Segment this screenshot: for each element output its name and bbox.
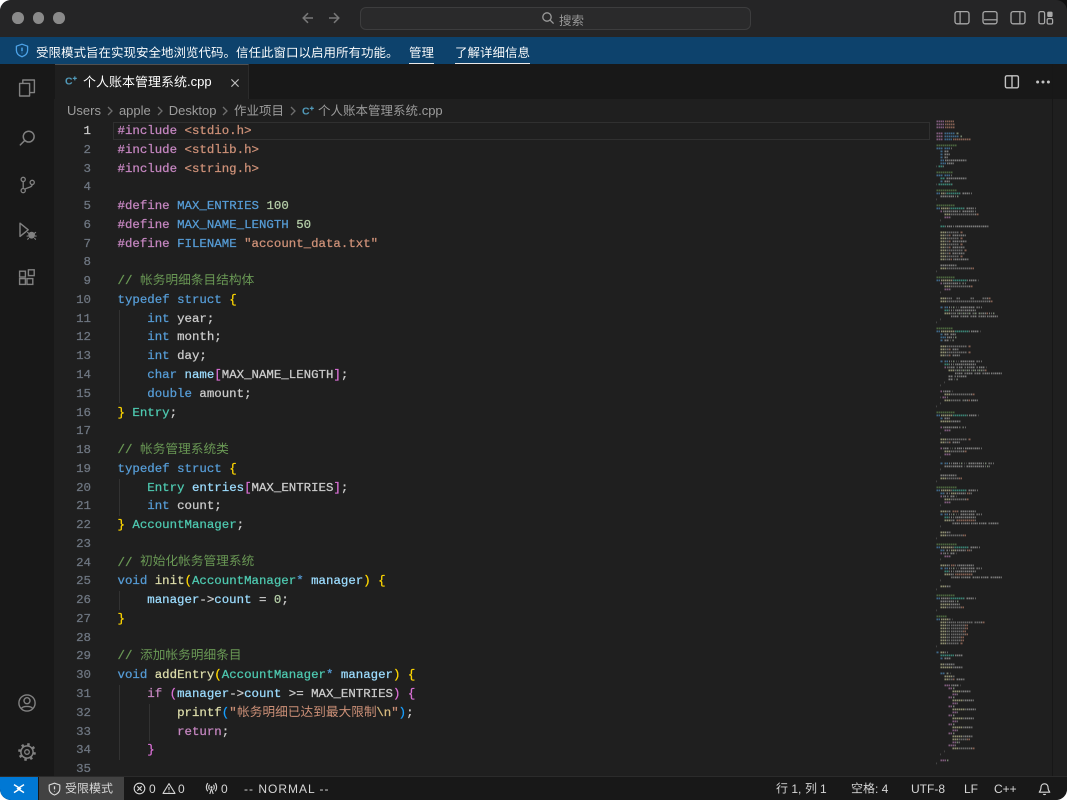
svg-text:C: C <box>302 105 310 117</box>
svg-text:C: C <box>65 75 73 87</box>
